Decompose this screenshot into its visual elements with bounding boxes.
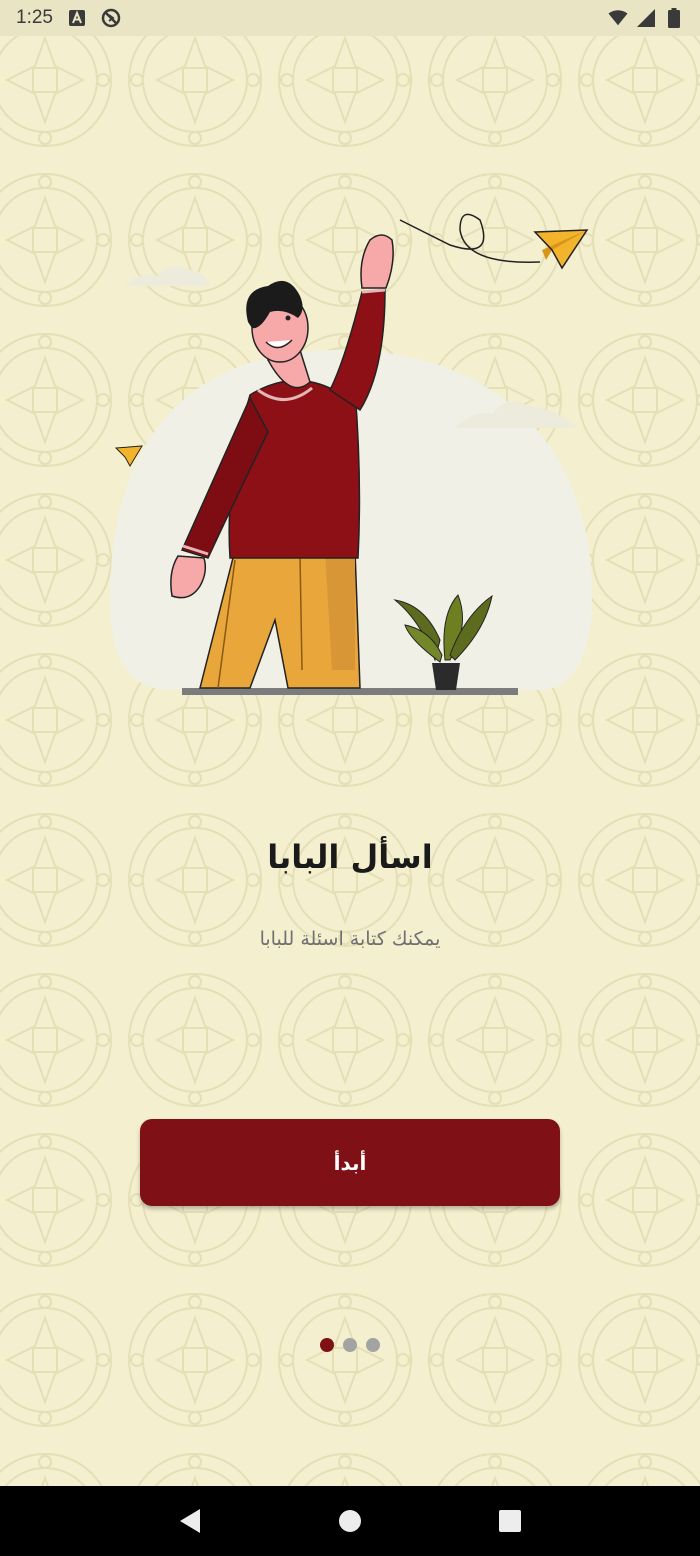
welcome-illustration [110,213,593,695]
signal-icon [636,8,656,28]
onboarding-title: اسأل البابا [267,838,433,876]
onboarding-subtitle: يمكنك كتابة اسئلة للبابا [259,928,441,950]
no-sync-icon [101,8,121,28]
system-nav-bar [0,1486,700,1556]
recents-icon[interactable] [490,1501,530,1541]
home-icon[interactable] [330,1501,370,1541]
a-box-icon [67,8,87,28]
page-dot-1[interactable] [320,1338,334,1352]
battery-icon [664,8,684,28]
page-dot-3[interactable] [366,1338,380,1352]
page-indicator [0,1338,700,1352]
back-icon[interactable] [170,1501,210,1541]
status-bar: 1:25 [0,0,700,36]
onboarding-screen: 1:25 اسأل البابا يمكنك كتابة اسئلة للباب… [0,0,700,1556]
page-dot-2[interactable] [343,1338,357,1352]
status-time: 1:25 [16,7,53,28]
start-button[interactable]: أبدأ [140,1119,560,1206]
wifi-icon [608,8,628,28]
